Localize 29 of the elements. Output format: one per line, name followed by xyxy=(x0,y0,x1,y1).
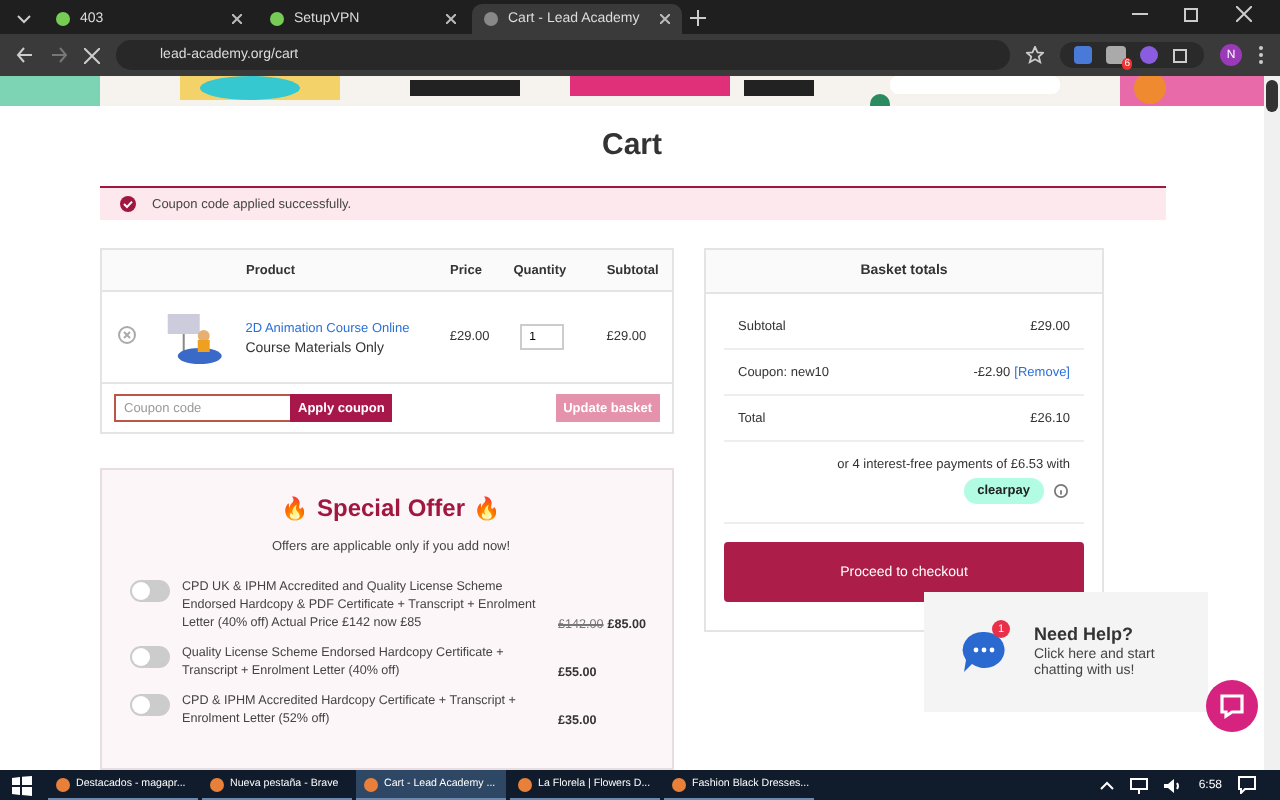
stop-icon[interactable] xyxy=(84,47,100,63)
chevron-up-icon[interactable] xyxy=(1100,780,1115,790)
extension-icon[interactable] xyxy=(1074,46,1092,64)
extension-icon[interactable] xyxy=(1140,46,1158,64)
menu-icon[interactable] xyxy=(1258,46,1264,64)
flame-icon: 🔥 xyxy=(473,495,502,521)
notification-icon[interactable] xyxy=(1238,776,1256,794)
toggle-switch[interactable] xyxy=(130,694,170,716)
toggle-switch[interactable] xyxy=(130,646,170,668)
info-icon[interactable] xyxy=(1054,484,1068,498)
close-icon[interactable] xyxy=(1236,5,1252,21)
forward-icon[interactable] xyxy=(50,46,68,64)
close-tab-icon[interactable] xyxy=(232,14,242,24)
chat-title: Need Help? xyxy=(1034,624,1136,644)
speaker-icon[interactable] xyxy=(1164,777,1183,793)
scrollbar-thumb[interactable] xyxy=(1266,80,1278,112)
network-icon[interactable] xyxy=(1130,777,1149,793)
close-tab-icon[interactable] xyxy=(660,14,670,24)
close-tab-icon[interactable] xyxy=(446,14,456,24)
offer-title: Special Offer xyxy=(316,494,466,522)
flame-icon: 🔥 xyxy=(280,495,309,521)
chat-button[interactable] xyxy=(1206,680,1258,732)
toggle-switch[interactable] xyxy=(130,580,170,602)
back-icon[interactable] xyxy=(16,46,34,64)
restore-icon[interactable] xyxy=(1184,5,1200,21)
page-title: Cart xyxy=(601,128,662,162)
check-icon xyxy=(120,196,136,212)
windows-start-icon[interactable] xyxy=(12,775,32,795)
star-icon[interactable] xyxy=(1026,46,1044,64)
